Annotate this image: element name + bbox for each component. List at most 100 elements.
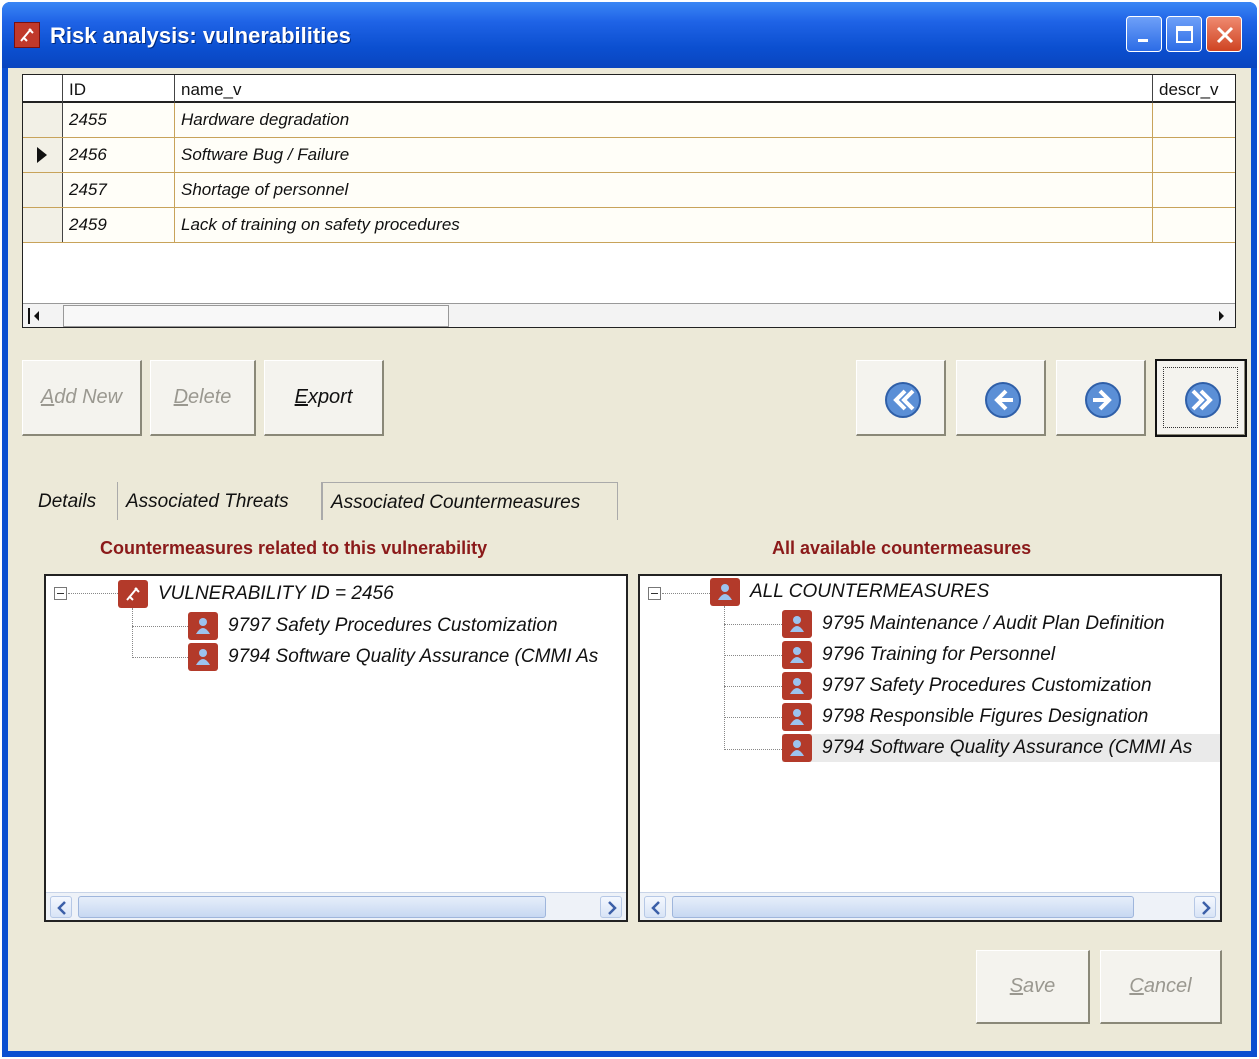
cell-name[interactable]: Software Bug / Failure (175, 138, 1153, 172)
delete-label: elete (188, 386, 232, 408)
tree-item-label: 9797 Safety Procedures Customization (228, 615, 558, 636)
title-bar[interactable]: Risk analysis: vulnerabilities (2, 2, 1257, 68)
cell-descr[interactable] (1153, 138, 1237, 172)
vulnerability-icon (118, 580, 148, 608)
scroll-left-icon[interactable] (644, 896, 666, 918)
cell-id[interactable]: 2457 (63, 173, 175, 207)
tree-connector (724, 655, 782, 656)
tree-item-label: 9795 Maintenance / Audit Plan Definition (822, 613, 1165, 634)
countermeasure-icon (782, 703, 812, 731)
row-selector-header (23, 75, 63, 103)
countermeasure-icon (782, 672, 812, 700)
next-record-button[interactable] (1056, 360, 1146, 436)
window-client-area: ID name_v descr_v 2455 Hardware degradat… (8, 68, 1251, 1051)
row-selector[interactable] (23, 208, 63, 242)
countermeasure-icon (782, 610, 812, 638)
save-button[interactable]: Save (976, 950, 1090, 1024)
grid-scroll-thumb[interactable] (63, 305, 449, 327)
cell-name[interactable]: Shortage of personnel (175, 173, 1153, 207)
tree-connector (132, 657, 188, 658)
grid-horizontal-scrollbar[interactable] (23, 303, 1235, 327)
main-window: Risk analysis: vulnerabilities ID name_v… (2, 2, 1257, 1057)
cell-name[interactable]: Lack of training on safety procedures (175, 208, 1153, 242)
tree-item-selected[interactable]: 9794 Software Quality Assurance (CMMI As (782, 734, 1220, 762)
tree-item-label: 9794 Software Quality Assurance (CMMI As (822, 737, 1193, 758)
save-label: ave (1023, 975, 1056, 997)
tree-connector (132, 626, 188, 627)
column-header-id[interactable]: ID (63, 75, 175, 103)
right-panel-title: All available countermeasures (772, 538, 1032, 558)
tree-root-label: ALL COUNTERMEASURES (750, 581, 990, 602)
scroll-right-icon[interactable] (1211, 306, 1233, 326)
tree-item-label: 9794 Software Quality Assurance (CMMI As (228, 646, 599, 667)
tree-connector (724, 606, 725, 750)
window-title: Risk analysis: vulnerabilities (50, 23, 351, 48)
last-record-button[interactable] (1155, 359, 1247, 437)
close-icon[interactable] (1206, 16, 1242, 52)
cell-id[interactable]: 2455 (63, 103, 175, 137)
scroll-left-icon[interactable] (25, 306, 47, 326)
column-header-descr[interactable]: descr_v (1153, 75, 1237, 103)
scroll-right-icon[interactable] (600, 896, 622, 918)
tree-root-label: VULNERABILITY ID = 2456 (158, 583, 394, 604)
table-row[interactable]: 2456 Software Bug / Failure (23, 138, 1235, 173)
table-row[interactable]: 2455 Hardware degradation (23, 103, 1235, 138)
row-selector[interactable] (23, 103, 63, 137)
related-countermeasures-tree[interactable]: VULNERABILITY ID = 2456 9797 Safety Proc… (44, 574, 628, 922)
countermeasure-icon (782, 641, 812, 669)
right-tree-horizontal-scrollbar[interactable] (640, 892, 1220, 920)
countermeasure-icon (710, 578, 740, 606)
collapse-icon[interactable] (54, 587, 67, 600)
next-record-icon (1085, 382, 1121, 418)
cancel-label: ancel (1143, 975, 1192, 997)
export-button[interactable]: Export (264, 360, 384, 436)
tree-connector (724, 749, 782, 750)
right-tree-scroll-thumb[interactable] (672, 896, 1134, 918)
first-record-button[interactable] (856, 360, 946, 436)
cell-name[interactable]: Hardware degradation (175, 103, 1153, 137)
vulnerabilities-grid[interactable]: ID name_v descr_v 2455 Hardware degradat… (22, 74, 1236, 328)
add-new-button[interactable]: Add New (22, 360, 142, 436)
tree-connector (68, 593, 118, 594)
tree-item-label: 9798 Responsible Figures Designation (822, 706, 1149, 727)
minimize-icon[interactable] (1126, 16, 1162, 52)
collapse-icon[interactable] (648, 587, 661, 600)
cancel-button[interactable]: Cancel (1100, 950, 1222, 1024)
row-selector[interactable] (23, 173, 63, 207)
cancel-accel: C (1129, 975, 1144, 997)
tab-details[interactable]: Details (30, 482, 118, 520)
cell-id[interactable]: 2459 (63, 208, 175, 242)
add-new-label: dd New (54, 386, 123, 408)
tree-item-label: 9797 Safety Procedures Customization (822, 675, 1152, 696)
all-countermeasures-tree[interactable]: ALL COUNTERMEASURES 9795 Maintenance / A… (638, 574, 1222, 922)
scroll-left-icon[interactable] (50, 896, 72, 918)
app-icon (14, 22, 40, 48)
previous-record-icon (985, 382, 1021, 418)
table-row[interactable]: 2457 Shortage of personnel (23, 173, 1235, 208)
table-row[interactable]: 2459 Lack of training on safety procedur… (23, 208, 1235, 243)
grid-header: ID name_v descr_v (23, 75, 1235, 103)
last-record-icon (1185, 382, 1221, 418)
export-label: xport (307, 386, 353, 408)
delete-button[interactable]: Delete (150, 360, 256, 436)
countermeasure-icon (782, 734, 812, 762)
cell-id[interactable]: 2456 (63, 138, 175, 172)
left-tree-horizontal-scrollbar[interactable] (46, 892, 626, 920)
row-selector[interactable] (23, 138, 63, 172)
countermeasure-icon (188, 643, 218, 671)
save-accel: S (1009, 975, 1024, 997)
first-record-icon (885, 382, 921, 418)
tab-associated-countermeasures[interactable]: Associated Countermeasures (322, 482, 618, 520)
delete-accel: D (173, 386, 189, 408)
tree-item-label: 9796 Training for Personnel (822, 644, 1056, 665)
scroll-right-icon[interactable] (1194, 896, 1216, 918)
tree-connector (724, 717, 782, 718)
previous-record-button[interactable] (956, 360, 1046, 436)
column-header-name[interactable]: name_v (175, 75, 1153, 103)
cell-descr[interactable] (1153, 173, 1237, 207)
maximize-icon[interactable] (1166, 16, 1202, 52)
tab-associated-threats[interactable]: Associated Threats (118, 482, 322, 520)
left-tree-scroll-thumb[interactable] (78, 896, 546, 918)
cell-descr[interactable] (1153, 208, 1237, 242)
cell-descr[interactable] (1153, 103, 1237, 137)
